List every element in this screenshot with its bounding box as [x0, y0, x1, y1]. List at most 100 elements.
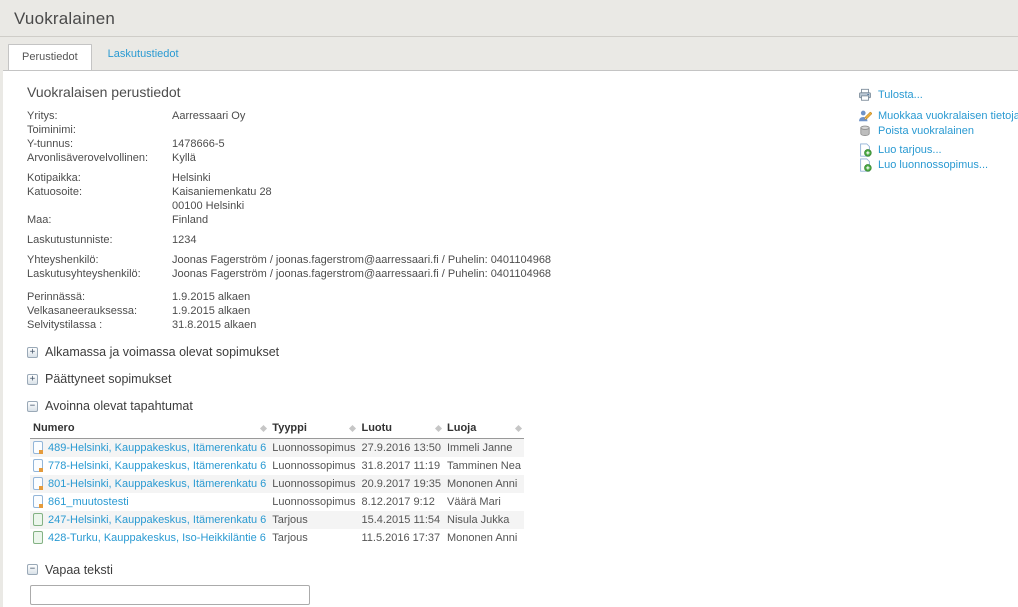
cell-luotu: 27.9.2016 13:50: [358, 439, 444, 457]
cell-tyyppi: Luonnossopimus: [269, 457, 358, 475]
event-link[interactable]: 778-Helsinki, Kauppakeskus, Itämerenkatu…: [48, 460, 266, 472]
create-offer-action[interactable]: Luo tarjous...: [858, 142, 1018, 157]
field-row-maa: Maa:Finland: [27, 213, 827, 227]
field-row-katuosoite: Katuosoite:Kaisaniemenkatu 2800100 Helsi…: [27, 185, 827, 213]
expand-icon[interactable]: [27, 374, 38, 385]
cell-luoja: Väärä Mari: [444, 493, 524, 511]
action-label: Poista vuokralainen: [878, 125, 974, 137]
open-events-table: Numero Tyyppi Luotu Luoja 489-Helsinki, …: [30, 420, 524, 547]
field-value: 31.8.2015 alkaen: [172, 318, 256, 332]
field-label: Yritys:: [27, 109, 172, 123]
new-document-icon: [858, 158, 872, 172]
cell-luoja: Immeli Janne: [444, 439, 524, 457]
cell-luoja: Tamminen Nea: [444, 457, 524, 475]
field-row-kotipaikka: Kotipaikka:Helsinki: [27, 171, 827, 185]
field-row-alv: Arvonlisäverovelvollinen:Kyllä: [27, 151, 827, 165]
collapse-icon[interactable]: [27, 401, 38, 412]
section-title: Vapaa teksti: [45, 563, 113, 577]
cell-tyyppi: Luonnossopimus: [269, 493, 358, 511]
cell-tyyppi: Luonnossopimus: [269, 439, 358, 457]
draft-document-icon: [33, 459, 43, 472]
page-title: Vuokralainen: [0, 0, 1018, 29]
field-row-ytunnus: Y-tunnus:1478666-5: [27, 137, 827, 151]
event-link[interactable]: 861_muutostesti: [48, 496, 129, 508]
field-value: Kaisaniemenkatu 2800100 Helsinki: [172, 185, 272, 213]
action-label: Luo tarjous...: [878, 144, 942, 156]
field-label: Laskutusyhteyshenkilö:: [27, 267, 172, 281]
main-column: Vuokralaisen perustiedot Yritys:Aarressa…: [27, 71, 827, 605]
edit-tenant-action[interactable]: Muokkaa vuokralaisen tietoja...: [858, 108, 1018, 123]
edit-user-icon: [858, 109, 872, 123]
printer-icon: [858, 88, 872, 102]
section-free-text[interactable]: Vapaa teksti: [27, 563, 827, 577]
table-row: 428-Turku, Kauppakeskus, Iso-Heikkilänti…: [30, 529, 524, 547]
section-title: Alkamassa ja voimassa olevat sopimukset: [45, 345, 279, 359]
field-row-laskutusyhteyshenkilo: Laskutusyhteyshenkilö:Joonas Fagerström …: [27, 267, 827, 281]
event-link[interactable]: 489-Helsinki, Kauppakeskus, Itämerenkatu…: [48, 442, 266, 454]
field-label: Maa:: [27, 213, 172, 227]
field-label: Arvonlisäverovelvollinen:: [27, 151, 172, 165]
tab-perustiedot[interactable]: Perustiedot: [8, 44, 92, 70]
sort-icon[interactable]: [515, 425, 522, 432]
cell-luotu: 8.12.2017 9:12: [358, 493, 444, 511]
field-label: Selvitystilassa :: [27, 318, 172, 332]
field-value: 1478666-5: [172, 137, 225, 151]
action-label: Tulosta...: [878, 89, 923, 101]
column-header-luoja[interactable]: Luoja: [444, 420, 524, 439]
field-value: Joonas Fagerström / joonas.fagerstrom@aa…: [172, 267, 551, 281]
cell-tyyppi: Tarjous: [269, 511, 358, 529]
actions-sidebar: Tulosta... Muokkaa vuokralaisen tietoja.…: [858, 87, 1018, 172]
cell-tyyppi: Luonnossopimus: [269, 475, 358, 493]
field-row-selvitystilassa: Selvitystilassa :31.8.2015 alkaen: [27, 318, 827, 332]
table-row: 778-Helsinki, Kauppakeskus, Itämerenkatu…: [30, 457, 524, 475]
section-open-events[interactable]: Avoinna olevat tapahtumat: [27, 399, 827, 413]
sort-icon[interactable]: [435, 425, 442, 432]
field-label: Velkasaneerauksessa:: [27, 304, 172, 318]
sort-icon[interactable]: [349, 425, 356, 432]
tab-laskutustiedot[interactable]: Laskutustiedot: [92, 42, 195, 69]
field-value: 1.9.2015 alkaen: [172, 290, 250, 304]
field-value: Kyllä: [172, 151, 196, 165]
cell-luotu: 11.5.2016 17:37: [358, 529, 444, 547]
address-line-1: Kaisaniemenkatu 28: [172, 185, 272, 199]
print-action[interactable]: Tulosta...: [858, 87, 1018, 102]
tab-bar: Perustiedot Laskutustiedot: [0, 37, 1018, 69]
cell-luoja: Mononen Anni: [444, 475, 524, 493]
column-header-tyyppi[interactable]: Tyyppi: [269, 420, 358, 439]
event-link[interactable]: 247-Helsinki, Kauppakeskus, Itämerenkatu…: [48, 514, 266, 526]
table-row: 247-Helsinki, Kauppakeskus, Itämerenkatu…: [30, 511, 524, 529]
field-row-yhteyshenkilo: Yhteyshenkilö:Joonas Fagerström / joonas…: [27, 253, 827, 267]
field-value: Aarressaari Oy: [172, 109, 245, 123]
collapse-icon[interactable]: [27, 564, 38, 575]
field-row-velkasaneerauksessa: Velkasaneerauksessa:1.9.2015 alkaen: [27, 304, 827, 318]
offer-document-icon: [33, 531, 43, 544]
field-label: Y-tunnus:: [27, 137, 172, 151]
delete-tenant-action[interactable]: Poista vuokralainen: [858, 123, 1018, 138]
draft-document-icon: [33, 495, 43, 508]
offer-document-icon: [33, 513, 43, 526]
section-active-contracts[interactable]: Alkamassa ja voimassa olevat sopimukset: [27, 345, 827, 359]
free-text-input[interactable]: [30, 585, 310, 605]
field-value: Helsinki: [172, 171, 211, 185]
column-header-numero[interactable]: Numero: [30, 420, 269, 439]
section-ended-contracts[interactable]: Päättyneet sopimukset: [27, 372, 827, 386]
field-label: Laskutustunniste:: [27, 233, 172, 247]
field-label: Katuosoite:: [27, 185, 172, 213]
address-line-2: 00100 Helsinki: [172, 199, 272, 213]
expand-icon[interactable]: [27, 347, 38, 358]
field-row-yritys: Yritys:Aarressaari Oy: [27, 109, 827, 123]
column-header-luotu[interactable]: Luotu: [358, 420, 444, 439]
table-row: 861_muutostesti Luonnossopimus 8.12.2017…: [30, 493, 524, 511]
event-link[interactable]: 801-Helsinki, Kauppakeskus, Itämerenkatu…: [48, 478, 266, 490]
sort-icon[interactable]: [260, 425, 267, 432]
field-row-toiminimi: Toiminimi:: [27, 123, 827, 137]
field-label: Kotipaikka:: [27, 171, 172, 185]
event-link[interactable]: 428-Turku, Kauppakeskus, Iso-Heikkilänti…: [48, 532, 266, 544]
section-title: Avoinna olevat tapahtumat: [45, 399, 193, 413]
cell-luotu: 15.4.2015 11:54: [358, 511, 444, 529]
field-label: Yhteyshenkilö:: [27, 253, 172, 267]
field-row-perinnassa: Perinnässä:1.9.2015 alkaen: [27, 290, 827, 304]
cell-luoja: Mononen Anni: [444, 529, 524, 547]
create-draft-contract-action[interactable]: Luo luonnossopimus...: [858, 157, 1018, 172]
cell-luoja: Nisula Jukka: [444, 511, 524, 529]
